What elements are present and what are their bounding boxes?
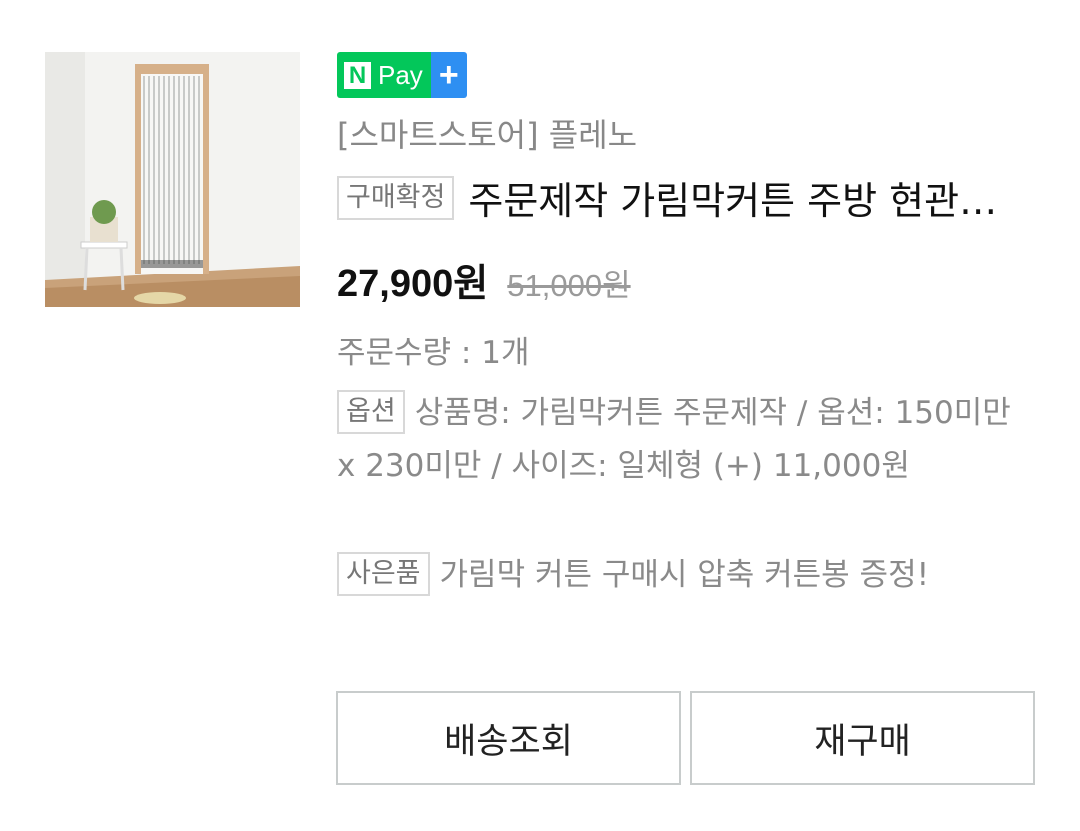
order-item-card: N Pay + [스마트스토어] 플레노 구매확정 주문제작 가림막커튼 주방 … [0, 0, 1080, 831]
title-row: 구매확정 주문제작 가림막커튼 주방 현관 문 커튼 [337, 170, 1037, 225]
rebuy-button[interactable]: 재구매 [690, 691, 1035, 785]
gift-text: 가림막 커튼 구매시 압축 커튼봉 증정! [439, 557, 930, 593]
option-tag: 옵션 [337, 389, 405, 434]
status-badge: 구매확정 [337, 175, 455, 220]
plus-icon: + [430, 52, 467, 98]
track-delivery-button[interactable]: 배송조회 [336, 691, 681, 785]
sale-price: 27,900원 [337, 263, 489, 305]
product-thumbnail[interactable] [45, 52, 300, 307]
npay-label: Pay [378, 59, 423, 90]
product-info: N Pay + [스마트스토어] 플레노 구매확정 주문제작 가림막커튼 주방 … [337, 52, 1037, 596]
option-info: 옵션 상품명: 가림막커튼 주문제작 / 옵션: 150미만 x 230미만 / … [337, 387, 1027, 493]
order-quantity: 주문수량 : 1개 [337, 335, 530, 371]
npay-plus-badge[interactable]: N Pay + [337, 52, 467, 98]
original-price: 51,000원 [507, 268, 631, 303]
store-name[interactable]: [스마트스토어] 플레노 [337, 110, 637, 156]
gift-tag: 사은품 [337, 551, 430, 596]
curtain-photo-image [45, 52, 300, 307]
price-row: 27,900원 51,000원 [337, 252, 631, 307]
option-text: 상품명: 가림막커튼 주문제작 / 옵션: 150미만 x 230미만 / 사이… [337, 395, 1011, 484]
npay-logo: N Pay [337, 52, 431, 98]
naver-n-icon: N [344, 61, 371, 89]
gift-info: 사은품 가림막 커튼 구매시 압축 커튼봉 증정! [337, 549, 1027, 602]
product-title[interactable]: 주문제작 가림막커튼 주방 현관 문 커튼 [468, 170, 1008, 225]
